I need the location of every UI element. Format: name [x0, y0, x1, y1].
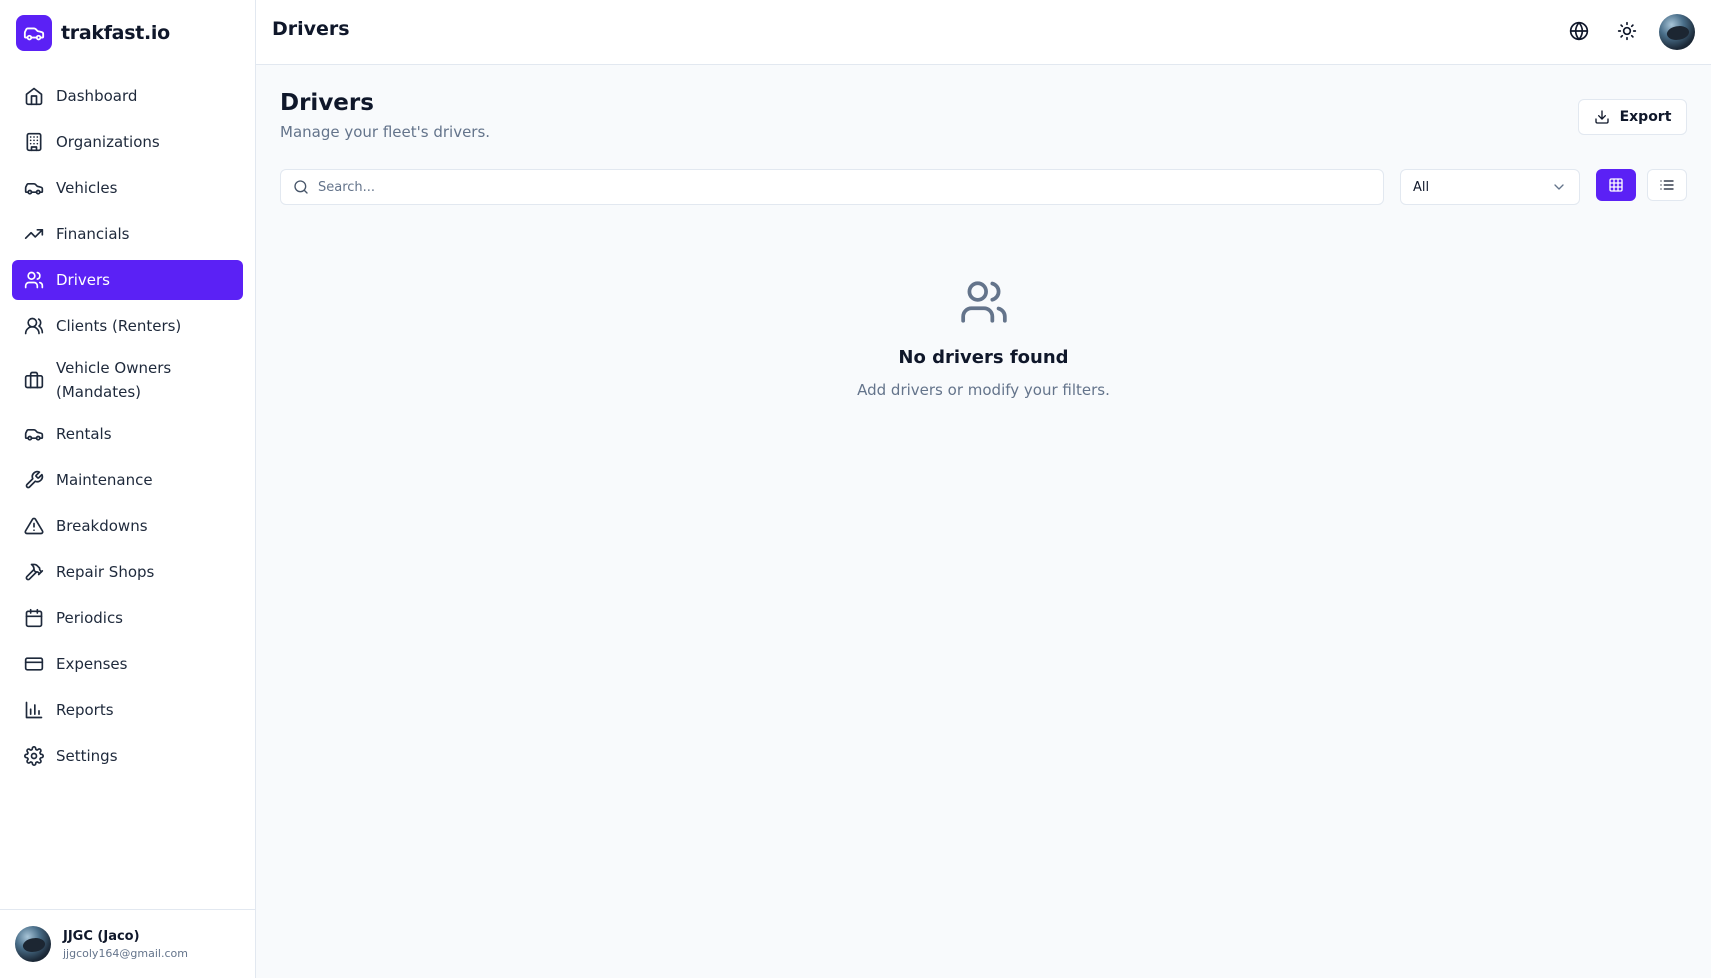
sidebar-item-label: Repair Shops: [56, 563, 155, 581]
header-avatar[interactable]: [1659, 14, 1695, 50]
sidebar-item-organizations[interactable]: Organizations: [12, 122, 243, 162]
sidebar-item-label: Expenses: [56, 655, 128, 673]
search-box: [280, 169, 1384, 205]
gear-icon: [24, 746, 44, 766]
calendar-icon: [25, 608, 43, 628]
sidebar-item-vehicles[interactable]: Vehicles: [12, 168, 243, 208]
sidebar-item-maintenance[interactable]: Maintenance: [12, 460, 243, 500]
avatar: [15, 926, 51, 962]
globe-icon: [1569, 21, 1589, 41]
sidebar-item-settings[interactable]: Settings: [12, 736, 243, 776]
list-icon: [1660, 180, 1674, 190]
building-icon: [26, 132, 42, 152]
bar-chart-icon: [25, 701, 43, 719]
sidebar-item-periodics[interactable]: Periodics: [12, 598, 243, 638]
page-title: Drivers: [280, 90, 374, 116]
user-email: jjgcoly164@gmail.com: [63, 946, 188, 960]
sidebar-item-label: Financials: [56, 225, 130, 243]
sidebar-item-reports[interactable]: Reports: [12, 690, 243, 730]
sidebar-item-vehicle-owners[interactable]: Vehicle Owners (Mandates): [12, 352, 243, 408]
sidebar-nav: Dashboard Organizations Vehicles Financi…: [12, 76, 243, 782]
empty-state-title: No drivers found: [898, 347, 1069, 368]
sidebar-item-dashboard[interactable]: Dashboard: [12, 76, 243, 116]
empty-state-subtitle: Add drivers or modify your filters.: [857, 381, 1110, 399]
users-icon: [24, 271, 44, 289]
sidebar-item-label: Periodics: [56, 609, 124, 627]
trending-up-icon: [24, 229, 44, 239]
sidebar-item-label: Breakdowns: [56, 517, 148, 535]
sidebar-item-repair-shops[interactable]: Repair Shops: [12, 552, 243, 592]
car-logo-icon: [16, 15, 52, 51]
sidebar-item-label: Maintenance: [56, 471, 153, 489]
main-content: Drivers Manage your fleet's drivers. Exp…: [256, 65, 1711, 978]
car-icon: [24, 429, 44, 441]
search-icon: [294, 180, 308, 194]
sidebar-item-drivers[interactable]: Drivers: [12, 260, 243, 300]
theme-toggle-button[interactable]: [1617, 21, 1639, 43]
credit-card-icon: [24, 657, 44, 671]
header-title: Drivers: [272, 18, 350, 40]
sidebar-item-label: Reports: [56, 701, 114, 719]
search-input[interactable]: [318, 179, 1358, 195]
sidebar-item-label: Vehicle Owners (Mandates): [56, 359, 172, 401]
briefcase-icon: [24, 371, 44, 389]
brand-name: trakfast.io: [61, 22, 170, 44]
sidebar-item-financials[interactable]: Financials: [12, 214, 243, 254]
download-icon: [1594, 110, 1609, 124]
sidebar-item-label: Dashboard: [56, 87, 138, 105]
sidebar-item-clients[interactable]: Clients (Renters): [12, 306, 243, 346]
wrench-icon: [25, 470, 44, 489]
export-button[interactable]: Export: [1578, 99, 1687, 135]
top-header: Drivers: [256, 0, 1711, 65]
sidebar-item-label: Organizations: [56, 133, 160, 151]
chevron-down-icon: [1554, 184, 1564, 190]
sidebar-item-rentals[interactable]: Rentals: [12, 414, 243, 454]
page-subtitle: Manage your fleet's drivers.: [280, 123, 491, 141]
home-icon: [25, 87, 43, 106]
sidebar-item-label: Clients (Renters): [56, 317, 182, 335]
brand[interactable]: trakfast.io: [16, 15, 170, 51]
users-icon: [24, 317, 44, 335]
users-icon: [960, 281, 1007, 323]
sidebar-item-label: Drivers: [56, 271, 110, 289]
grid-view-button[interactable]: [1596, 169, 1636, 201]
list-view-button[interactable]: [1647, 169, 1687, 201]
grid-icon: [1609, 178, 1623, 192]
empty-state: No drivers found Add drivers or modify y…: [256, 277, 1711, 399]
car-icon: [24, 183, 44, 195]
sidebar: trakfast.io Dashboard Organizations Vehi…: [0, 0, 256, 978]
sun-icon: [1617, 21, 1637, 41]
export-label: Export: [1619, 109, 1672, 125]
sidebar-item-expenses[interactable]: Expenses: [12, 644, 243, 684]
status-filter-select[interactable]: All: [1400, 169, 1580, 205]
sidebar-item-label: Settings: [56, 747, 118, 765]
user-profile[interactable]: JJGC (Jaco) jjgcoly164@gmail.com: [0, 909, 255, 978]
user-name: JJGC (Jaco): [63, 928, 140, 944]
sidebar-item-breakdowns[interactable]: Breakdowns: [12, 506, 243, 546]
sidebar-item-label: Rentals: [56, 425, 112, 443]
alert-triangle-icon: [24, 517, 44, 535]
filter-selected-value: All: [1413, 179, 1430, 195]
sidebar-item-label: Vehicles: [56, 179, 118, 197]
language-button[interactable]: [1569, 21, 1591, 43]
hammer-icon: [25, 563, 44, 581]
